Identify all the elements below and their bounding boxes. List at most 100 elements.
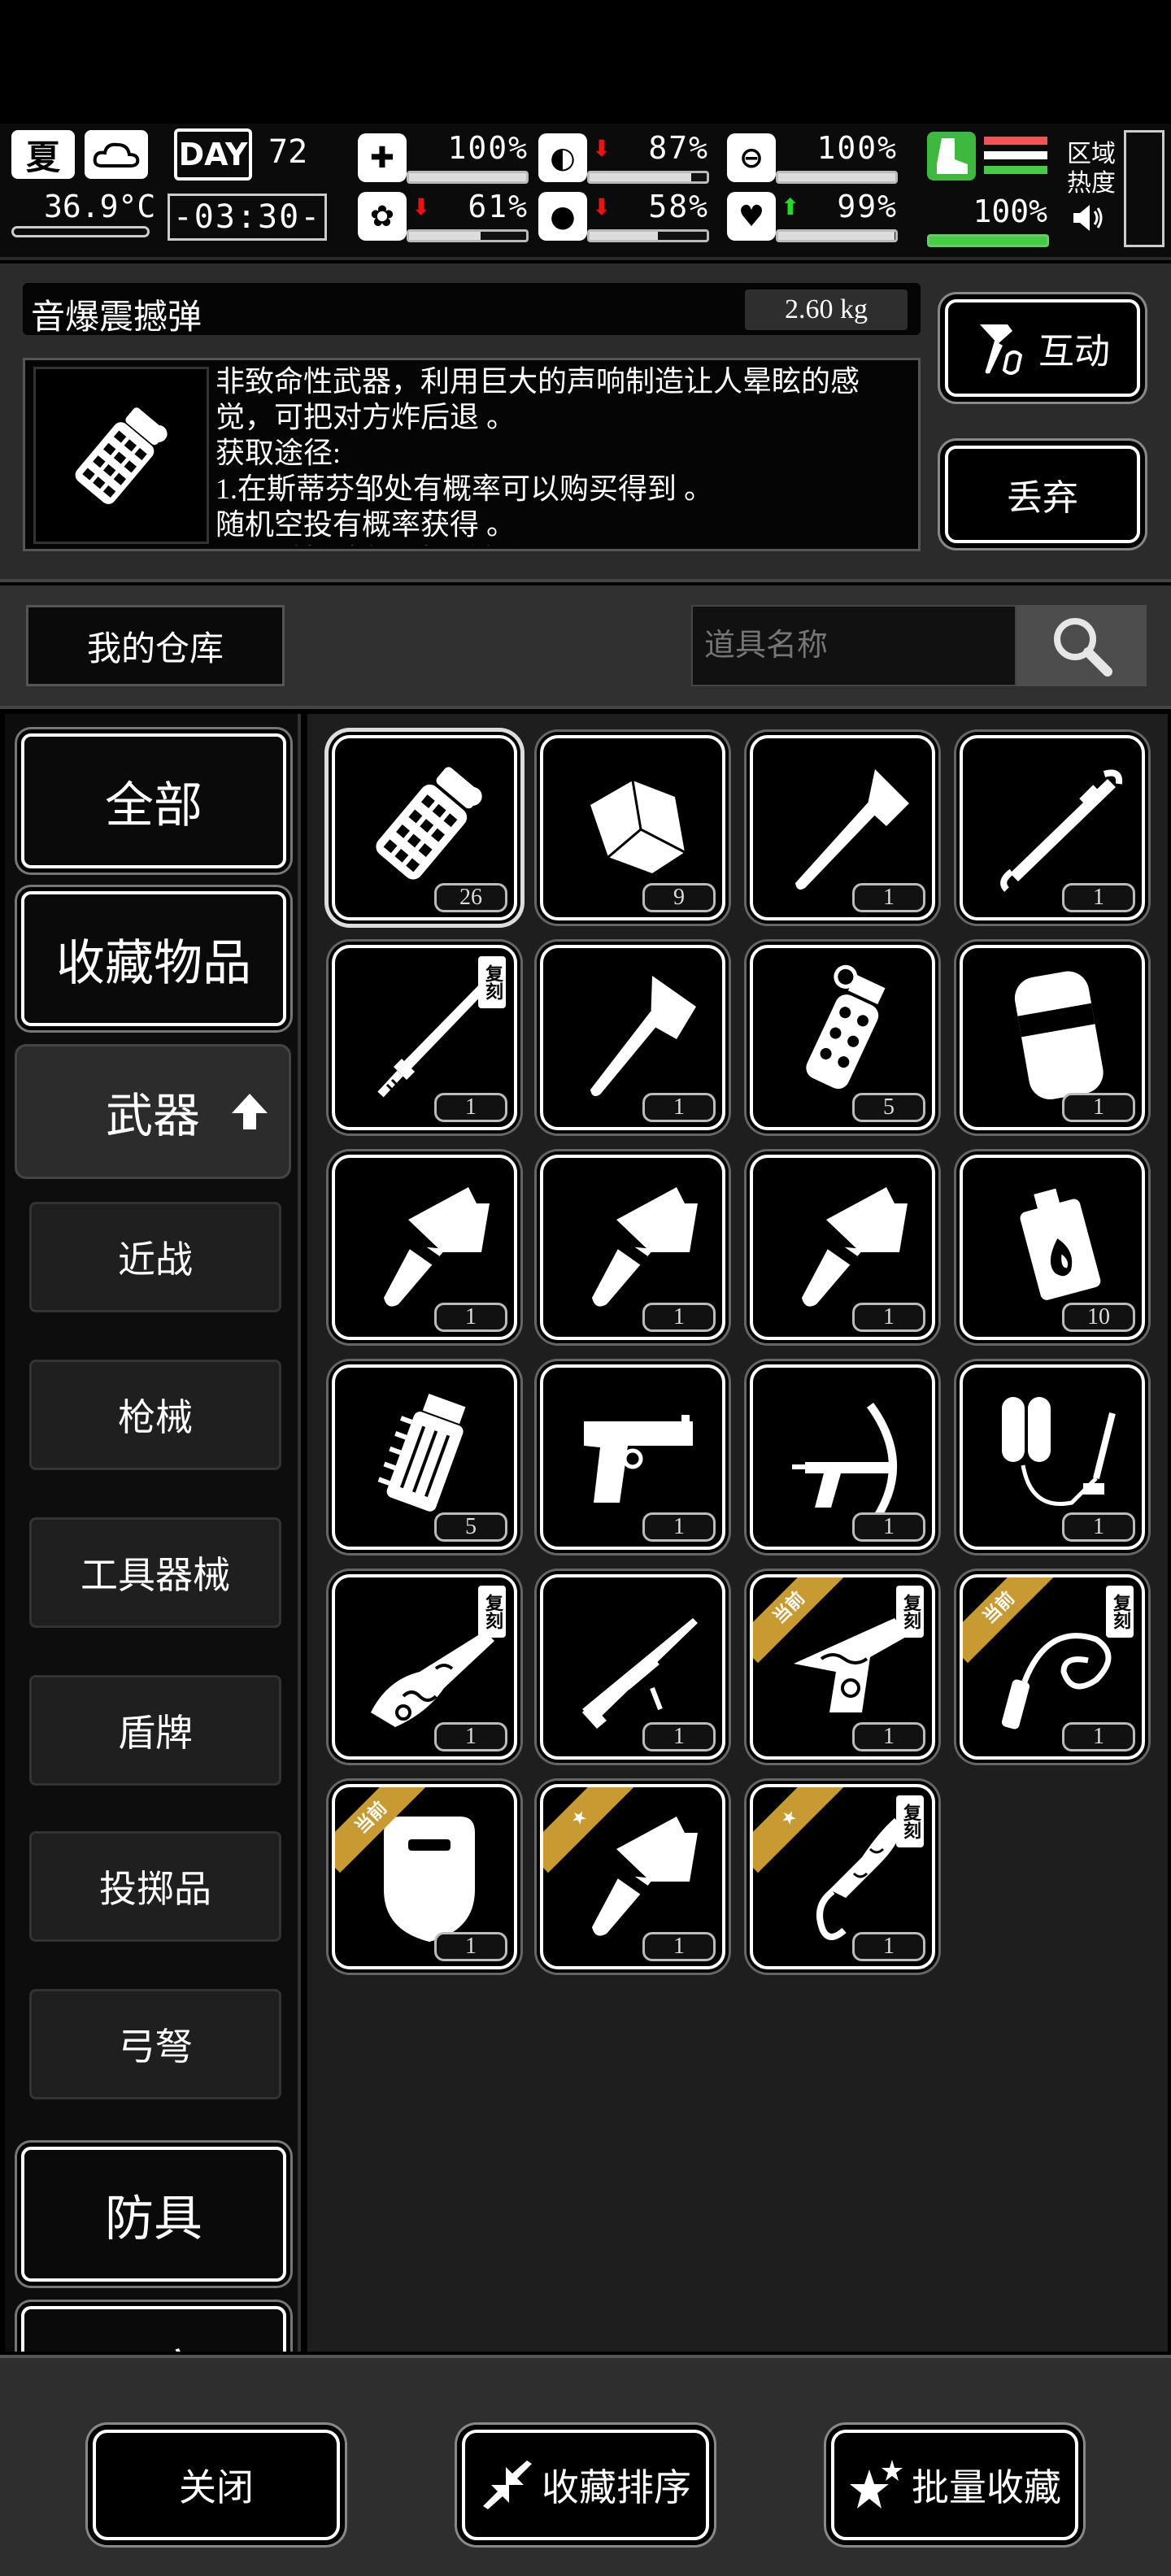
item-count: 1 — [642, 1093, 716, 1122]
category-armor-label: 防具 — [105, 2191, 202, 2246]
replica-tag: 复刻 — [478, 1586, 506, 1638]
brain-icon: ✿ — [358, 192, 407, 241]
item-slot[interactable]: 当前 复刻 1 — [960, 1574, 1145, 1760]
item-slot[interactable]: 1 — [960, 945, 1145, 1130]
riot-shield-icon — [1014, 971, 1104, 1099]
interact-label: 互动 — [1038, 332, 1110, 372]
category-sidebar[interactable]: 全部 收藏物品 武器 近战枪械工具器械盾牌投掷品弓弩 防具 工房 — [5, 714, 301, 2352]
item-count: 1 — [852, 1722, 925, 1751]
item-count: 1 — [434, 1722, 507, 1751]
pill-icon: ⊖ — [727, 133, 776, 182]
axe-icon — [795, 769, 909, 890]
stat-thirst-bar — [587, 229, 709, 242]
grenade-stun-icon — [376, 767, 482, 880]
item-slot[interactable]: 1 — [540, 1155, 725, 1340]
item-slot[interactable]: ★ 复刻 1 — [750, 1784, 935, 1969]
item-info-panel: 音爆震撼弹 2.60 kg 非致命性武器，利用巨大的声响制造让人晕眩的感觉，可把… — [0, 263, 1171, 582]
item-slot[interactable]: 26 — [332, 735, 517, 920]
item-count: 1 — [1062, 1722, 1135, 1751]
subcategory-item[interactable]: 近战 — [29, 1202, 281, 1312]
item-slot[interactable]: 复刻 1 — [332, 945, 517, 1130]
item-slot[interactable]: 复刻 1 — [332, 1574, 517, 1760]
temperature-display: 36.9°C — [8, 189, 155, 246]
heart-icon: ♥ — [727, 192, 776, 241]
stars-icon — [850, 2460, 903, 2509]
item-slot[interactable]: 10 — [960, 1155, 1145, 1340]
item-description: 非致命性武器，利用巨大的声响制造让人晕眩的感觉，可把对方炸后退 。 获取途径: … — [215, 365, 860, 546]
stat-health-value: 100% — [447, 130, 529, 166]
spiked-grenade-icon — [377, 1394, 466, 1512]
subcategory-item[interactable]: 工具器械 — [29, 1517, 281, 1628]
close-label: 关闭 — [179, 2467, 254, 2509]
item-slot[interactable]: 1 — [960, 1364, 1145, 1550]
item-slot[interactable]: 当前 1 — [332, 1784, 517, 1969]
subcategory-item[interactable]: 盾牌 — [29, 1675, 281, 1786]
item-slot[interactable]: ★ 1 — [540, 1784, 725, 1969]
hammer-icon — [980, 324, 1023, 375]
rock-icon — [590, 780, 686, 873]
search-button[interactable] — [1016, 605, 1147, 686]
item-slot[interactable]: 1 — [332, 1155, 517, 1340]
item-count: 1 — [642, 1722, 716, 1751]
my-warehouse-button[interactable]: 我的仓库 — [26, 605, 285, 686]
stat-hunger-value: 87% — [648, 130, 709, 166]
category-weapons-label: 武器 — [105, 1090, 200, 1142]
flamethrower-icon — [1002, 1397, 1116, 1506]
stat-sanity: ✿ ⬇ 61% — [358, 189, 529, 244]
discard-label: 丢弃 — [1007, 478, 1078, 518]
item-slot[interactable]: 5 — [750, 945, 935, 1130]
item-slot[interactable]: 1 — [540, 1574, 725, 1760]
category-armor[interactable]: 防具 — [21, 2147, 286, 2282]
category-all[interactable]: 全部 — [21, 733, 286, 868]
subcategory-label: 盾牌 — [118, 1712, 193, 1754]
speaker-icon[interactable] — [1070, 202, 1106, 234]
subcategory-label: 近战 — [118, 1239, 193, 1281]
sort-arrows-icon — [483, 2461, 532, 2509]
day-label: DAY — [174, 128, 252, 181]
item-slot[interactable]: 1 — [750, 1155, 935, 1340]
medkit-icon: ✚ — [358, 133, 407, 182]
subcategory-item[interactable]: 投掷品 — [29, 1831, 281, 1942]
discard-button[interactable]: 丢弃 — [945, 446, 1140, 543]
batch-favorite-button[interactable]: 批量收藏 — [831, 2430, 1078, 2540]
favorite-sort-label: 收藏排序 — [542, 2467, 691, 2509]
replica-tag: 复刻 — [896, 1586, 924, 1638]
batch-favorite-label: 批量收藏 — [912, 2467, 1061, 2509]
crossbow-icon — [792, 1403, 897, 1527]
region-heat-label: 区域热度 — [1067, 141, 1116, 197]
item-count: 5 — [434, 1512, 507, 1542]
subcategory-item[interactable]: 弓弩 — [29, 1989, 281, 2100]
category-partial-label: 工房 — [105, 2334, 202, 2352]
category-weapons[interactable]: 武器 — [15, 1044, 291, 1179]
category-favorites[interactable]: 收藏物品 — [21, 891, 286, 1026]
item-slot[interactable]: 1 — [750, 735, 935, 920]
category-partial[interactable]: 工房 — [21, 2306, 286, 2352]
item-slot[interactable]: 1 — [540, 1364, 725, 1550]
item-slot[interactable]: 当前 复刻 1 — [750, 1574, 935, 1760]
grenade-stun-icon — [75, 407, 168, 504]
clock-display: -03:30- — [168, 194, 327, 241]
item-slot[interactable]: 9 — [540, 735, 725, 920]
close-button[interactable]: 关闭 — [93, 2430, 340, 2540]
replica-tag: 复刻 — [896, 1795, 924, 1847]
stat-thirst-value: 58% — [648, 189, 709, 224]
item-slot[interactable]: 5 — [332, 1364, 517, 1550]
subcategory-item[interactable]: 枪械 — [29, 1360, 281, 1470]
item-slot[interactable]: 1 — [540, 945, 725, 1130]
season-badge: 夏 — [11, 130, 75, 179]
hatchet-icon — [590, 976, 696, 1096]
day-counter: 72 — [268, 133, 308, 171]
thermometer-icon — [11, 226, 150, 237]
stat-health: ✚ 100% — [358, 130, 529, 185]
item-slot[interactable]: 1 — [750, 1364, 935, 1550]
item-count: 1 — [852, 1932, 925, 1961]
item-search-input[interactable] — [691, 605, 1016, 686]
sniper-rifle-icon — [582, 1618, 698, 1729]
stomach-icon: ◐ — [538, 133, 587, 182]
interact-button[interactable]: 互动 — [945, 299, 1140, 397]
item-count: 1 — [852, 1303, 925, 1332]
temperature-value: 36.9°C — [44, 189, 156, 224]
item-slot[interactable]: 1 — [960, 735, 1145, 920]
item-description-box: 非致命性武器，利用巨大的声响制造让人晕眩的感觉，可把对方炸后退 。 获取途径: … — [23, 358, 921, 551]
favorite-sort-button[interactable]: 收藏排序 — [462, 2430, 709, 2540]
